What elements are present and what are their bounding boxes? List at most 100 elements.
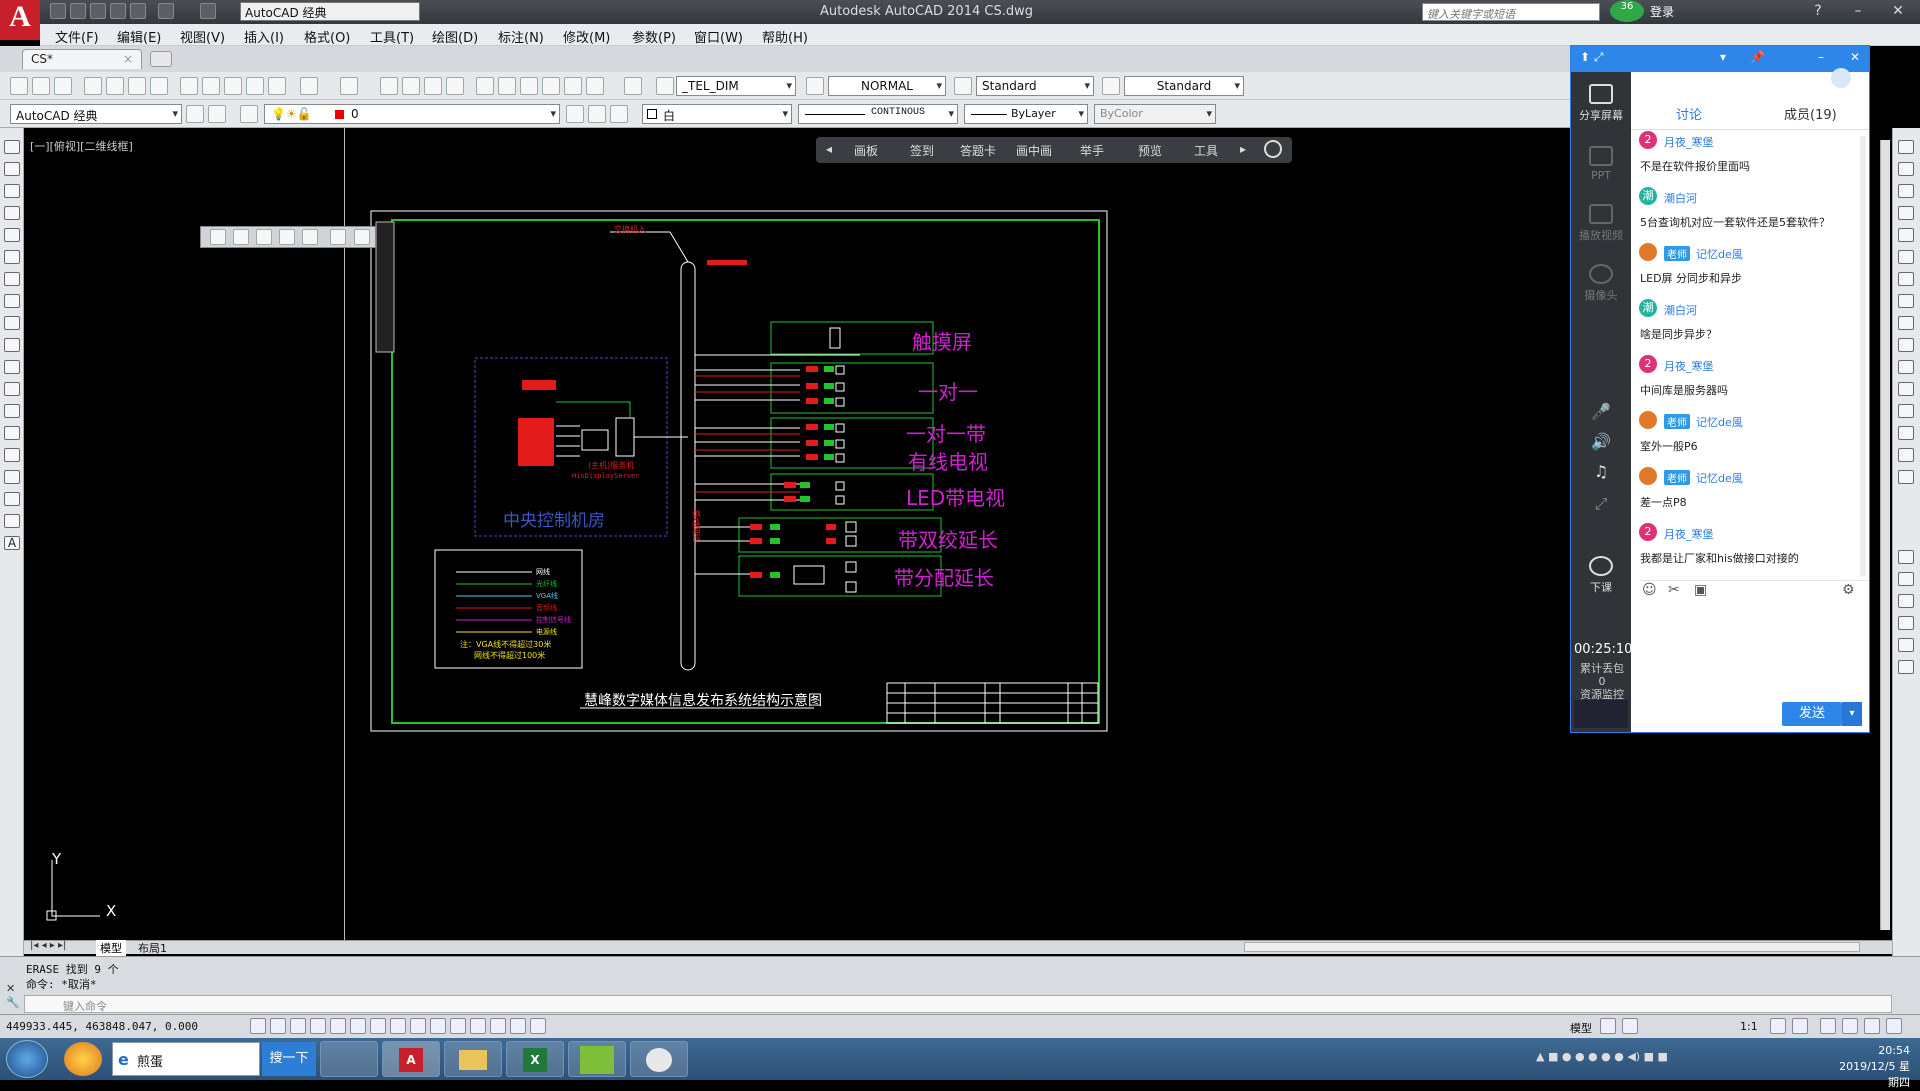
toolbar-lock-status-icon[interactable]: [1842, 1018, 1858, 1034]
task-app-green[interactable]: [568, 1041, 626, 1077]
message-author[interactable]: 月夜_寒堡: [1664, 358, 1714, 374]
ducs-icon[interactable]: [410, 1018, 426, 1034]
command-input[interactable]: 键入命令: [24, 995, 1892, 1013]
collapse-icon[interactable]: ◂: [826, 142, 832, 156]
workspace-switch-icon[interactable]: [1820, 1018, 1836, 1034]
tab-layout1[interactable]: 布局1: [134, 940, 171, 956]
chat-close-icon[interactable]: ✕: [1850, 50, 1860, 64]
search-button[interactable]: 搜一下: [262, 1042, 316, 1076]
raise-hand-button[interactable]: 举手: [1080, 142, 1104, 159]
model-space-button[interactable]: 模型: [1570, 1020, 1592, 1036]
zoom-in-icon[interactable]: [256, 229, 272, 245]
grid-display-icon[interactable]: [290, 1018, 306, 1034]
scissors-icon[interactable]: ✂: [1668, 582, 1680, 598]
tab-discussion[interactable]: 讨论: [1676, 104, 1702, 123]
play-video-button[interactable]: 播放视频: [1571, 204, 1631, 243]
message-author[interactable]: 月夜_寒堡: [1664, 526, 1714, 542]
rotate-view-icon[interactable]: [330, 229, 346, 245]
clean-screen-icon[interactable]: [1886, 1018, 1902, 1034]
legend-item: 网线: [536, 568, 550, 576]
horizontal-scrollbar[interactable]: [1244, 942, 1860, 952]
tab-members[interactable]: 成员(19): [1784, 104, 1837, 123]
dyn-input-icon[interactable]: [430, 1018, 446, 1034]
send-button[interactable]: 发送: [1782, 702, 1842, 726]
hardware-accel-icon[interactable]: [1864, 1018, 1880, 1034]
group-led-tv: LED带电视: [906, 486, 1006, 510]
ortho-mode-icon[interactable]: [310, 1018, 326, 1034]
chat-message-input[interactable]: [1640, 604, 1862, 694]
tab-nav-icons[interactable]: |◂ ◂ ▸ ▸|: [30, 940, 66, 951]
taskbar-clock[interactable]: 20:54 2019/12/5 星期四: [1830, 1043, 1910, 1091]
chat-pin-icons[interactable]: ⬆ ⤢: [1580, 50, 1603, 65]
annotation-visibility-icon[interactable]: [1770, 1018, 1786, 1034]
task-autocad[interactable]: A: [382, 1041, 440, 1077]
lineweight-icon[interactable]: [450, 1018, 466, 1034]
infer-constraints-icon[interactable]: [250, 1018, 266, 1034]
chat-settings-icon[interactable]: ⚙: [1842, 582, 1855, 598]
signin-button[interactable]: 签到: [910, 142, 934, 159]
task-wechat[interactable]: [630, 1041, 688, 1077]
task-excel[interactable]: X: [506, 1041, 564, 1077]
clock-date: 2019/12/5 星期四: [1839, 1060, 1910, 1089]
ppt-button[interactable]: PPT: [1571, 146, 1631, 182]
browser-logo-icon[interactable]: [64, 1042, 102, 1076]
pip-button[interactable]: 画中画: [1016, 142, 1052, 159]
power-icon[interactable]: [1264, 140, 1282, 158]
3d-osnap-icon[interactable]: [370, 1018, 386, 1034]
command-history-line: ERASE 找到 9 个: [26, 963, 119, 976]
message-author[interactable]: 记忆de風: [1696, 246, 1743, 262]
answer-card-button[interactable]: 答题卡: [960, 142, 996, 159]
command-close-icon[interactable]: ✕: [6, 982, 15, 995]
tab-model[interactable]: 模型: [96, 940, 126, 956]
task-explorer[interactable]: [444, 1041, 502, 1077]
annotation-monitor-icon[interactable]: [530, 1018, 546, 1034]
fullscreen-icon[interactable]: ⤢: [1571, 494, 1631, 514]
quick-properties-icon[interactable]: [490, 1018, 506, 1034]
message-author[interactable]: 记忆de風: [1696, 470, 1743, 486]
zoom-out-icon[interactable]: [279, 229, 295, 245]
reset-view-icon[interactable]: [354, 229, 370, 245]
chat-minimize-icon[interactable]: –: [1818, 50, 1824, 64]
chat-pin-icon[interactable]: 📌: [1750, 50, 1765, 64]
view-icon[interactable]: [210, 229, 226, 245]
task-app-blue[interactable]: [320, 1041, 378, 1077]
end-class-button[interactable]: 下课: [1571, 556, 1631, 595]
system-tray[interactable]: ▲ ■ ● ● ● ● ● ◀) ■ ■: [1536, 1050, 1826, 1070]
selection-cycling-icon[interactable]: [510, 1018, 526, 1034]
annotation-scale[interactable]: 1:1: [1740, 1020, 1758, 1033]
image-icon[interactable]: ▣: [1694, 582, 1707, 598]
quick-view-drawings-icon[interactable]: [1622, 1018, 1638, 1034]
address-search-input[interactable]: 煎蛋: [112, 1042, 260, 1076]
snap-mode-icon[interactable]: [270, 1018, 286, 1034]
expand-icon[interactable]: ▸: [1240, 142, 1246, 156]
share-screen-button[interactable]: 分享屏幕: [1571, 84, 1631, 123]
music-icon[interactable]: ♫: [1571, 462, 1631, 481]
command-settings-icon[interactable]: 🔧: [6, 996, 20, 1009]
chat-avatar-bubble[interactable]: [1831, 68, 1851, 88]
object-snap-status-icon[interactable]: [350, 1018, 366, 1034]
message-author[interactable]: 潮白河: [1664, 190, 1697, 206]
quick-view-layouts-icon[interactable]: [1600, 1018, 1616, 1034]
orbit-icon[interactable]: [233, 229, 249, 245]
chat-dropdown-icon[interactable]: ▾: [1720, 50, 1726, 64]
vertical-scrollbar[interactable]: [1880, 140, 1890, 930]
zoom-extents-icon[interactable]: [302, 229, 318, 245]
auto-scale-icon[interactable]: [1792, 1018, 1808, 1034]
start-button[interactable]: [6, 1040, 48, 1078]
polar-tracking-icon[interactable]: [330, 1018, 346, 1034]
backbone-label: 局域网络: [691, 509, 701, 542]
message-author[interactable]: 月夜_寒堡: [1664, 134, 1714, 150]
mic-icon[interactable]: 🎤: [1571, 402, 1631, 421]
message-author[interactable]: 记忆de風: [1696, 414, 1743, 430]
message-author[interactable]: 潮白河: [1664, 302, 1697, 318]
chat-scrollbar[interactable]: [1860, 136, 1866, 576]
transparency-icon[interactable]: [470, 1018, 486, 1034]
camera-button[interactable]: 摄像头: [1571, 264, 1631, 303]
whiteboard-button[interactable]: 画板: [854, 142, 878, 159]
send-options-icon[interactable]: ▾: [1842, 702, 1862, 726]
speaker-icon[interactable]: 🔊: [1571, 432, 1631, 451]
otrack-icon[interactable]: [390, 1018, 406, 1034]
preview-button[interactable]: 预览: [1138, 142, 1162, 159]
tools-button[interactable]: 工具: [1194, 142, 1218, 159]
emoji-icon[interactable]: ☺: [1642, 582, 1657, 598]
